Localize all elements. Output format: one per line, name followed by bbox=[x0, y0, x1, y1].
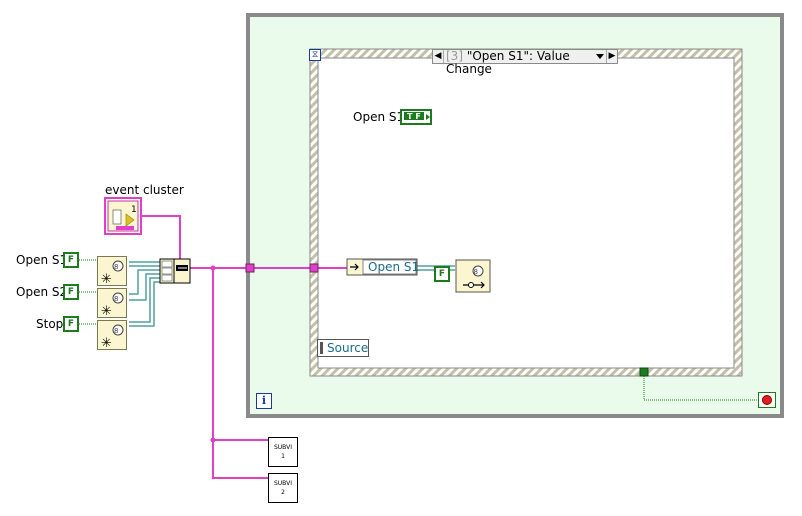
case-name: "Open S1": Value Change bbox=[446, 49, 570, 76]
stop-constant[interactable]: F bbox=[63, 316, 79, 332]
svg-text:8: 8 bbox=[114, 327, 118, 335]
subvi-1-line1: SUBVI bbox=[273, 444, 292, 451]
subvi-1-line2: 1 bbox=[281, 453, 285, 460]
open-s1-terminal-label: Open S1 bbox=[353, 110, 405, 124]
svg-text:8: 8 bbox=[114, 263, 118, 271]
open-s1-label: Open S1 bbox=[16, 253, 68, 267]
reg-node-open-s1[interactable]: 8 ✳ bbox=[97, 256, 127, 287]
open-s2-label: Open S2 bbox=[16, 285, 68, 299]
reg-node-stop[interactable]: 8 ✳ bbox=[97, 320, 127, 351]
event-cluster-label: event cluster bbox=[105, 183, 184, 197]
svg-text:8: 8 bbox=[474, 268, 478, 276]
svg-text:✳: ✳ bbox=[101, 336, 112, 349]
terminal-arrow-icon bbox=[426, 114, 430, 120]
event-tunnel[interactable] bbox=[309, 263, 319, 273]
svg-text:✳: ✳ bbox=[101, 304, 112, 317]
source-label: Source bbox=[327, 341, 369, 355]
source-node-handle bbox=[320, 342, 323, 354]
loop-stop-terminal[interactable] bbox=[758, 392, 776, 408]
hourglass-icon: ⧖ bbox=[309, 49, 321, 61]
stop-label: Stop bbox=[36, 317, 64, 331]
open-s1-constant[interactable]: F bbox=[63, 252, 79, 268]
value-node[interactable]: 8 bbox=[455, 259, 491, 293]
loop-tunnel[interactable] bbox=[245, 263, 255, 273]
refnum-icon: 8 ✳ bbox=[101, 324, 124, 351]
case-dropdown-icon[interactable] bbox=[596, 54, 604, 59]
svg-text:✳: ✳ bbox=[101, 272, 112, 285]
case-prev-arrow[interactable]: ◀ bbox=[433, 50, 444, 63]
subvi-2-line1: SUBVI bbox=[273, 480, 292, 487]
iteration-terminal[interactable]: i bbox=[256, 393, 272, 409]
refnum-icon: 8 ✳ bbox=[101, 292, 124, 319]
event-cluster-index: 1 bbox=[131, 205, 137, 215]
source-node[interactable]: Source bbox=[317, 339, 369, 357]
case-label: [3] "Open S1": Value Change bbox=[445, 50, 606, 76]
loop-condition-tunnel[interactable] bbox=[639, 367, 649, 377]
property-node-label: Open S1 bbox=[368, 260, 420, 274]
false-constant[interactable]: F bbox=[434, 266, 450, 282]
case-next-arrow[interactable]: ▶ bbox=[606, 50, 617, 63]
event-case-selector[interactable]: ◀ [3] "Open S1": Value Change ▶ bbox=[432, 49, 618, 76]
event-structure-interior bbox=[317, 57, 735, 369]
bundle-node[interactable] bbox=[159, 258, 191, 284]
reg-node-open-s2[interactable]: 8 ✳ bbox=[97, 288, 127, 319]
case-number: [3] bbox=[446, 49, 463, 63]
open-s2-constant[interactable]: F bbox=[63, 284, 79, 300]
bool-terminal-value: T F bbox=[404, 112, 424, 121]
refnum-icon: 8 ✳ bbox=[101, 260, 124, 287]
stop-icon bbox=[762, 395, 772, 405]
subvi-1[interactable]: SUBVI 1 bbox=[268, 437, 298, 467]
subvi-2-line2: 2 bbox=[281, 489, 285, 496]
svg-text:8: 8 bbox=[114, 295, 118, 303]
subvi-2[interactable]: SUBVI 2 bbox=[268, 473, 298, 503]
open-s1-bool-terminal[interactable]: T F bbox=[400, 109, 432, 125]
